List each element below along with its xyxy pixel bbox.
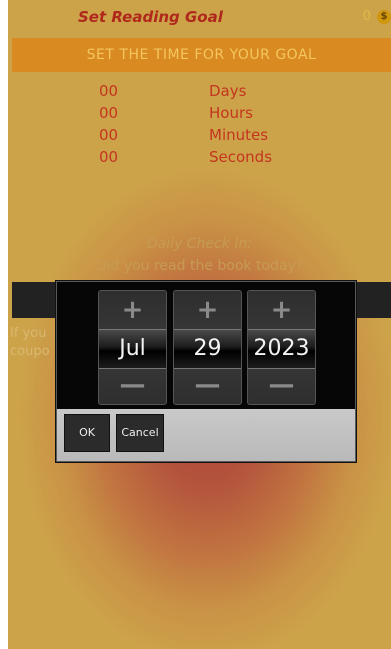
checkin-title: Daily Check In:	[146, 236, 253, 252]
dialog-footer: OK Cancel	[57, 409, 355, 461]
year-increment-button[interactable]: +	[248, 293, 315, 327]
hours-label: Hours	[209, 104, 253, 122]
seconds-value[interactable]: 00	[99, 148, 118, 166]
title-bar: Set Reading Goal 0 $	[8, 0, 391, 36]
goal-banner: SET THE TIME FOR YOUR GOAL	[12, 38, 391, 72]
day-value[interactable]: 29	[174, 329, 241, 369]
days-label: Days	[209, 82, 247, 100]
coin-count: 0	[362, 9, 371, 24]
minutes-value[interactable]: 00	[99, 126, 118, 144]
month-decrement-button[interactable]: —	[99, 368, 166, 402]
seconds-label: Seconds	[209, 148, 273, 166]
days-value[interactable]: 00	[99, 82, 118, 100]
page-title: Set Reading Goal	[78, 8, 223, 26]
year-spinner: + 2023 —	[247, 290, 316, 405]
minutes-label: Minutes	[209, 126, 269, 144]
month-increment-button[interactable]: +	[99, 293, 166, 327]
time-row-hours: 00 Hours	[8, 104, 391, 126]
date-picker-dialog: + Jul — + 29 — + 2023 — OK Cancel	[56, 281, 356, 462]
partial-text-line1: If you	[10, 326, 47, 341]
coin-icon: $	[377, 10, 391, 24]
year-value[interactable]: 2023	[248, 329, 315, 369]
day-increment-button[interactable]: +	[174, 293, 241, 327]
checkin-question: Did you read the book today?	[95, 258, 304, 274]
ok-button[interactable]: OK	[64, 414, 110, 452]
year-decrement-button[interactable]: —	[248, 368, 315, 402]
day-decrement-button[interactable]: —	[174, 368, 241, 402]
time-row-seconds: 00 Seconds	[8, 148, 391, 170]
hours-value[interactable]: 00	[99, 104, 118, 122]
partial-text-line2: coupo	[10, 344, 50, 359]
time-row-minutes: 00 Minutes	[8, 126, 391, 148]
time-row-days: 00 Days	[8, 82, 391, 104]
month-spinner: + Jul —	[98, 290, 167, 405]
cancel-button[interactable]: Cancel	[116, 414, 164, 452]
day-spinner: + 29 —	[173, 290, 242, 405]
month-value[interactable]: Jul	[99, 329, 166, 369]
